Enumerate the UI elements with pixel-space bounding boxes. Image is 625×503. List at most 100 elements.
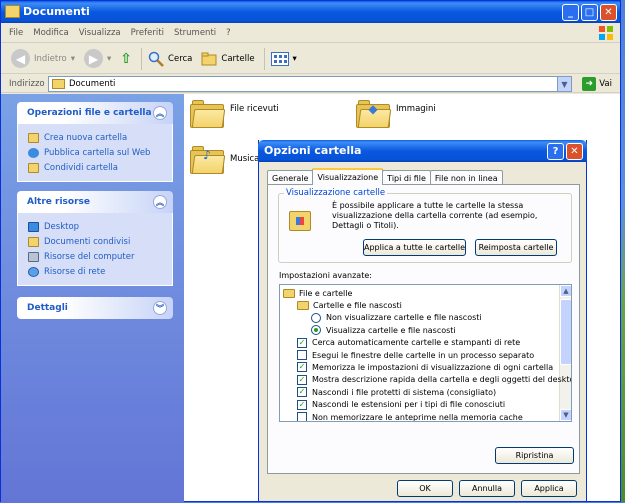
menu-preferiti[interactable]: Preferiti [131,28,164,38]
chevron-down-icon: ▾ [70,53,76,64]
setting-row[interactable]: Esegui le finestre delle cartelle in un … [280,349,534,361]
tab-general[interactable]: Generale [267,170,314,185]
place-network[interactable]: Risorse di rete [28,264,172,279]
place-shared-docs[interactable]: Documenti condivisi [28,234,172,249]
setting-checkbox[interactable]: ✓ [297,337,307,348]
toolbar-separator [141,47,143,70]
vertical-scrollbar[interactable]: ▲ ▼ [559,285,571,421]
file-label: File ricevuti [230,104,279,114]
file-label: Musica [230,154,260,164]
setting-radio[interactable] [311,325,321,336]
minimize-icon: _ [568,6,573,18]
scroll-thumb[interactable] [560,299,571,365]
address-input[interactable]: Documenti ▼ [48,76,572,92]
setting-label: File e cartelle [299,288,353,298]
maximize-button[interactable]: □ [581,4,598,21]
scroll-down-button[interactable]: ▼ [560,409,571,421]
search-button[interactable]: Cerca [148,51,192,67]
ok-button[interactable]: OK [397,480,453,497]
setting-row[interactable]: ✓ Nascondi i file protetti di sistema (co… [280,386,496,398]
close-icon: ✕ [570,145,579,157]
tab-file-types[interactable]: Tipi di file [382,170,431,185]
folders-icon [201,52,217,65]
go-button[interactable]: ➜ Vai [582,77,612,91]
close-button[interactable]: ✕ [600,4,617,21]
minimize-button[interactable]: _ [562,4,579,21]
forward-button[interactable]: ▶ ▾ [84,49,111,68]
setting-row[interactable]: Non visualizzare cartelle e file nascost… [280,312,482,324]
folders-label: Cartelle [221,53,255,64]
menu-modifica[interactable]: Modifica [33,28,69,38]
explorer-titlebar[interactable]: Documenti _ □ ✕ [1,1,620,23]
setting-checkbox[interactable] [297,412,307,421]
network-icon [28,266,39,277]
menu-file[interactable]: File [9,28,23,38]
apply-to-all-folders-button[interactable]: Applica a tutte le cartelle [363,239,466,256]
file-item-received[interactable]: File ricevuti [190,100,279,128]
address-dropdown-button[interactable]: ▼ [557,77,571,91]
menu-strumenti[interactable]: Strumenti [174,28,216,38]
apply-button[interactable]: Applica [521,480,577,497]
folder-icon [5,5,20,18]
file-item-images[interactable]: ◆ Immagini [356,100,436,128]
menu-visualizza[interactable]: Visualizza [79,28,121,38]
views-button[interactable]: ▾ [270,51,297,66]
setting-row[interactable]: ✓ Cerca automaticamente cartelle e stampa… [280,337,520,349]
new-folder-icon [28,132,39,143]
setting-row[interactable]: Visualizza cartelle e file nascosti [280,324,456,336]
views-icon [270,51,289,66]
task-label: Crea nuova cartella [44,132,128,143]
help-button[interactable]: ? [547,143,564,160]
globe-icon [28,147,39,158]
setting-row[interactable]: File e cartelle [280,287,352,299]
up-folder-button[interactable]: ⇧ [120,51,132,67]
dialog-titlebar[interactable]: Opzioni cartella ? ✕ [258,140,587,162]
share-folder-icon [28,162,39,173]
images-folder-icon: ◆ [356,100,392,128]
back-button[interactable]: ◀ Indietro ▾ [11,49,75,68]
task-new-folder[interactable]: Crea nuova cartella [28,130,172,145]
place-desktop[interactable]: Desktop [28,219,172,234]
setting-checkbox[interactable]: ✓ [297,399,307,410]
task-share-folder[interactable]: Condividi cartella [28,160,172,175]
other-places-header[interactable]: Altre risorse ︽ [17,191,173,213]
shared-documents-icon [28,236,39,247]
file-label: Immagini [396,104,436,114]
place-label: Documenti condivisi [44,236,131,247]
file-item-music[interactable]: ♪ Musica [190,146,259,174]
setting-row[interactable]: Cartelle e file nascosti [280,299,402,311]
setting-row[interactable]: ✓ Memorizza le impostazioni di visualizza… [280,361,553,373]
toolbar: ◀ Indietro ▾ ▶ ▾ ⇧ Cerca Cartelle ▾ [1,44,620,74]
cancel-button[interactable]: Annulla [459,480,515,497]
other-places-panel: Altre risorse ︽ Desktop Documenti condiv… [17,191,173,286]
place-my-computer[interactable]: Risorse del computer [28,249,172,264]
setting-row[interactable]: Non memorizzare le anteprime nella memor… [280,411,523,421]
setting-radio[interactable] [311,312,321,323]
tab-offline-files[interactable]: File non in linea [429,170,503,185]
setting-row[interactable]: ✓ Nascondi le estensioni per i tipi di fi… [280,399,505,411]
expand-icon[interactable]: ︾ [153,301,167,315]
dialog-close-button[interactable]: ✕ [566,143,583,160]
task-label: Pubblica cartella sul Web [44,147,151,158]
scroll-up-button[interactable]: ▲ [560,285,571,297]
setting-label: Nascondi i file protetti di sistema (con… [312,387,497,397]
collapse-icon[interactable]: ︽ [153,195,167,209]
tab-view[interactable]: Visualizzazione [312,168,384,185]
file-operations-header[interactable]: Operazioni file e cartella ︽ [17,102,173,124]
task-publish-web[interactable]: Pubblica cartella sul Web [28,145,172,160]
advanced-settings-list[interactable]: ▲ ▼ File e cartelle Cartelle e file nasco… [279,284,572,422]
details-header[interactable]: Dettagli ︾ [17,297,173,319]
setting-checkbox[interactable]: ✓ [297,374,307,385]
setting-checkbox[interactable]: ✓ [297,387,307,398]
setting-checkbox[interactable] [297,350,307,360]
setting-row[interactable]: ✓ Mostra descrizione rapida della cartell… [280,374,571,386]
setting-checkbox[interactable]: ✓ [297,362,307,373]
restore-defaults-button[interactable]: Ripristina [495,447,574,464]
setting-label: Nascondi le estensioni per i tipi di fil… [312,400,506,410]
menu-help[interactable]: ? [226,28,231,38]
reset-all-folders-button[interactable]: Reimposta cartelle [475,239,557,256]
address-value: Documenti [69,79,116,89]
folders-button[interactable]: Cartelle [201,52,255,66]
setting-label: Cerca automaticamente cartelle e stampan… [312,338,521,348]
collapse-icon[interactable]: ︽ [153,106,167,120]
